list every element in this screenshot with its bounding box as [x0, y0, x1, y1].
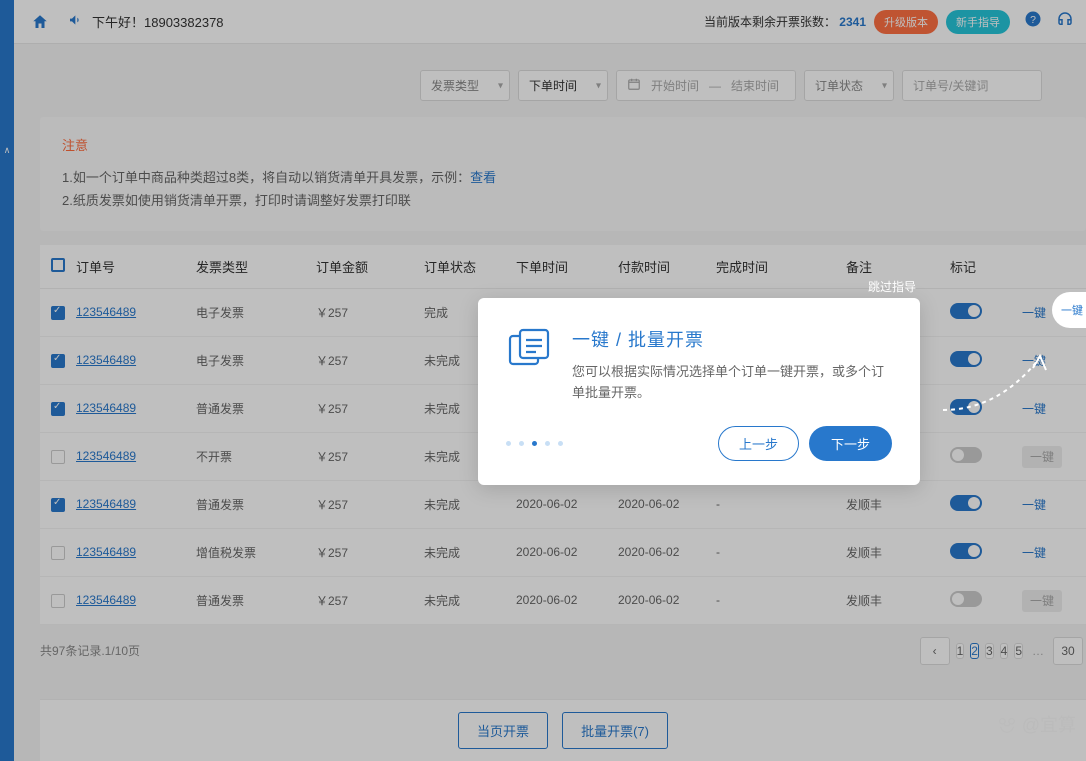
- guide-target-bubble: 一键: [1052, 292, 1086, 328]
- tour-desc: 您可以根据实际情况选择单个订单一键开票，或多个订单批量开票。: [572, 362, 892, 404]
- tour-popup: 一键 / 批量开票 您可以根据实际情况选择单个订单一键开票，或多个订单批量开票。…: [478, 298, 920, 485]
- tour-title: 一键 / 批量开票: [572, 326, 892, 352]
- skip-guide-link[interactable]: 跳过指导: [868, 278, 916, 295]
- watermark: @宜算: [996, 711, 1076, 737]
- tour-progress-dots: [506, 441, 563, 446]
- invoice-batch-icon: [506, 326, 554, 370]
- tour-prev-button[interactable]: 上一步: [718, 426, 799, 461]
- tour-next-button[interactable]: 下一步: [809, 426, 892, 461]
